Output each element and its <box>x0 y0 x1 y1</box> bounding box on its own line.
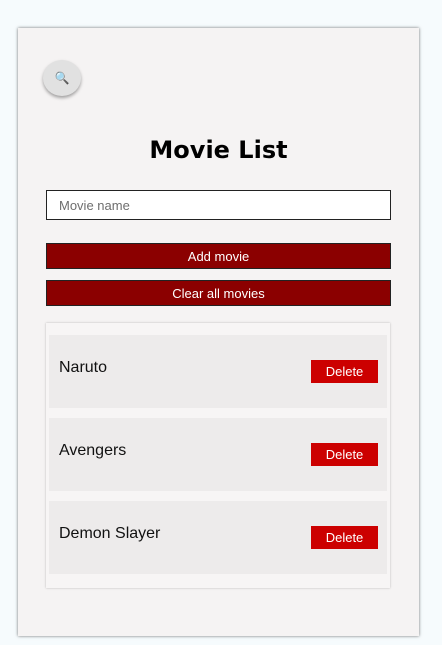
movie-title: Demon Slayer <box>59 524 161 542</box>
search-button[interactable]: 🔍 <box>43 60 81 96</box>
list-item: Avengers Delete <box>49 418 387 491</box>
movie-list: Naruto Delete Avengers Delete Demon Slay… <box>46 323 390 588</box>
movie-name-input[interactable] <box>46 190 391 220</box>
delete-button[interactable]: Delete <box>311 443 378 466</box>
movie-card: 🔍 Movie List Add movie Clear all movies … <box>18 28 419 636</box>
search-icon: 🔍 <box>54 71 70 85</box>
list-item: Naruto Delete <box>49 335 387 408</box>
clear-all-movies-button[interactable]: Clear all movies <box>46 280 391 306</box>
delete-button[interactable]: Delete <box>311 526 378 549</box>
movie-title: Avengers <box>59 441 127 459</box>
delete-button[interactable]: Delete <box>311 360 378 383</box>
movie-title: Naruto <box>59 358 108 376</box>
add-movie-button[interactable]: Add movie <box>46 243 391 269</box>
page-title: Movie List <box>149 136 288 164</box>
list-item: Demon Slayer Delete <box>49 501 387 574</box>
